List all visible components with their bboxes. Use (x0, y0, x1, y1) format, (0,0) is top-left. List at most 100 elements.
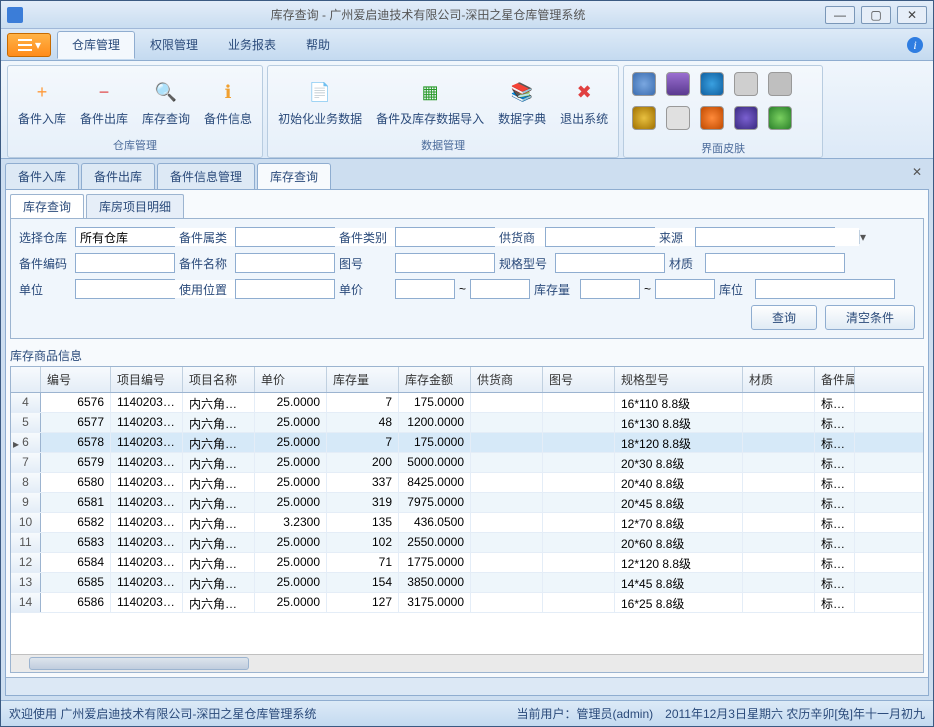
sub-tab[interactable]: 库存查询 (10, 194, 84, 218)
grid-header: 编号项目编号项目名称单价库存量库存金额供货商图号规格型号材质备件属 (11, 367, 923, 393)
column-header[interactable]: 图号 (543, 367, 615, 392)
close-button[interactable]: ✕ (897, 6, 927, 24)
ribbon-item[interactable]: 🔍库存查询 (136, 72, 196, 131)
table-row[interactable]: 7657911402030...内六角螺栓25.00002005000.0000… (11, 453, 923, 473)
column-header[interactable]: 项目名称 (183, 367, 255, 392)
row-header[interactable]: 14 (11, 593, 41, 612)
part-type-combo[interactable]: ▾ (395, 227, 495, 247)
stock-max-input[interactable] (655, 279, 715, 299)
horizontal-scrollbar[interactable] (11, 654, 923, 672)
table-row[interactable]: 14658611402030...内六角螺栓25.00001273175.000… (11, 593, 923, 613)
cell (543, 433, 615, 452)
ribbon-icon: ▦ (414, 76, 446, 108)
column-header[interactable]: 规格型号 (615, 367, 743, 392)
chevron-down-icon[interactable]: ▾ (859, 230, 866, 244)
skin-option[interactable] (768, 72, 792, 96)
drawing-no-input[interactable] (395, 253, 495, 273)
table-row[interactable]: 4657611402030...内六角螺栓25.00007175.000016*… (11, 393, 923, 413)
file-menu-button[interactable]: ▾ (7, 33, 51, 57)
column-header[interactable]: 备件属 (815, 367, 855, 392)
ribbon-item[interactable]: ✖退出系统 (554, 72, 614, 131)
location-input[interactable] (755, 279, 895, 299)
unit-combo[interactable]: ▾ (75, 279, 175, 299)
ribbon-item[interactable]: ℹ备件信息 (198, 72, 258, 131)
skin-option[interactable] (734, 106, 758, 130)
supplier-combo[interactable]: ▾ (545, 227, 655, 247)
document-tab[interactable]: 库存查询 (257, 163, 331, 189)
ribbon-item[interactable]: +备件入库 (12, 72, 72, 131)
table-row[interactable]: 9658111402030...内六角螺栓25.00003197975.0000… (11, 493, 923, 513)
skin-option[interactable] (666, 106, 690, 130)
row-header[interactable]: 10 (11, 513, 41, 532)
skin-option[interactable] (700, 72, 724, 96)
column-header[interactable]: 材质 (743, 367, 815, 392)
row-header[interactable]: 11 (11, 533, 41, 552)
scrollbar-thumb[interactable] (29, 657, 249, 670)
ribbon-icon: + (26, 76, 58, 108)
row-header[interactable]: 13 (11, 573, 41, 592)
document-tab[interactable]: 备件出库 (81, 163, 155, 189)
price-min-input[interactable] (395, 279, 455, 299)
column-header[interactable]: 单价 (255, 367, 327, 392)
row-header[interactable]: 6▸ (11, 433, 41, 452)
menu-tab-1[interactable]: 权限管理 (135, 31, 213, 59)
document-tab[interactable]: 备件入库 (5, 163, 79, 189)
stock-min-input[interactable] (580, 279, 640, 299)
data-grid[interactable]: 编号项目编号项目名称单价库存量库存金额供货商图号规格型号材质备件属 465761… (10, 366, 924, 673)
ribbon-item[interactable]: ▦备件及库存数据导入 (370, 72, 490, 131)
menu-tab-3[interactable]: 帮助 (291, 31, 345, 59)
document-tab[interactable]: 备件信息管理 (157, 163, 255, 189)
spec-input[interactable] (555, 253, 665, 273)
row-header[interactable]: 9 (11, 493, 41, 512)
column-header[interactable]: 项目编号 (111, 367, 183, 392)
ribbon-item[interactable]: 📄初始化业务数据 (272, 72, 368, 131)
row-header[interactable]: 12 (11, 553, 41, 572)
source-combo[interactable]: ▾ (695, 227, 835, 247)
skin-option[interactable] (700, 106, 724, 130)
table-row[interactable]: 6▸657811402030...内六角螺栓25.00007175.000018… (11, 433, 923, 453)
use-location-input[interactable] (235, 279, 335, 299)
clear-button[interactable]: 清空条件 (825, 305, 915, 330)
menu-tab-2[interactable]: 业务报表 (213, 31, 291, 59)
table-row[interactable]: 13658511402030...内六角螺栓25.00001543850.000… (11, 573, 923, 593)
row-header[interactable]: 8 (11, 473, 41, 492)
grid-body[interactable]: 4657611402030...内六角螺栓25.00007175.000016*… (11, 393, 923, 654)
table-row[interactable]: 8658011402030...内六角螺栓25.00003378425.0000… (11, 473, 923, 493)
row-header[interactable]: 4 (11, 393, 41, 412)
skin-option[interactable] (666, 72, 690, 96)
menu-tab-0[interactable]: 仓库管理 (57, 31, 135, 59)
cell (543, 593, 615, 612)
cell: 2550.0000 (399, 533, 471, 552)
material-input[interactable] (705, 253, 845, 273)
column-header[interactable]: 编号 (41, 367, 111, 392)
warehouse-combo[interactable]: ▾ (75, 227, 175, 247)
price-max-input[interactable] (470, 279, 530, 299)
attr-category-combo[interactable]: ▾ (235, 227, 335, 247)
skin-option[interactable] (734, 72, 758, 96)
skin-option[interactable] (632, 72, 656, 96)
ribbon-item[interactable]: 📚数据字典 (492, 72, 552, 131)
help-icon[interactable]: i (907, 37, 923, 53)
row-header[interactable]: 7 (11, 453, 41, 472)
table-row[interactable]: 12658411402030...内六角螺栓25.0000711775.0000… (11, 553, 923, 573)
ribbon-icon: 📄 (304, 76, 336, 108)
table-row[interactable]: 10658211402030...内六角螺栓3.2300135436.05001… (11, 513, 923, 533)
query-button[interactable]: 查询 (751, 305, 817, 330)
row-header[interactable]: 5 (11, 413, 41, 432)
skin-option[interactable] (632, 106, 656, 130)
column-header[interactable]: 库存金额 (399, 367, 471, 392)
minimize-button[interactable]: — (825, 6, 855, 24)
outer-scrollbar[interactable] (6, 677, 928, 695)
cell: 14*45 8.8级 (615, 573, 743, 592)
sub-tab[interactable]: 库房项目明细 (86, 194, 184, 218)
column-header[interactable]: 库存量 (327, 367, 399, 392)
maximize-button[interactable]: ▢ (861, 6, 891, 24)
table-row[interactable]: 5657711402030...内六角螺栓25.0000481200.00001… (11, 413, 923, 433)
document-close-button[interactable]: ✕ (909, 165, 925, 181)
table-row[interactable]: 11658311402030...内六角螺栓25.00001022550.000… (11, 533, 923, 553)
ribbon-item[interactable]: −备件出库 (74, 72, 134, 131)
column-header[interactable]: 供货商 (471, 367, 543, 392)
part-code-input[interactable] (75, 253, 175, 273)
skin-option[interactable] (768, 106, 792, 130)
part-name-input[interactable] (235, 253, 335, 273)
